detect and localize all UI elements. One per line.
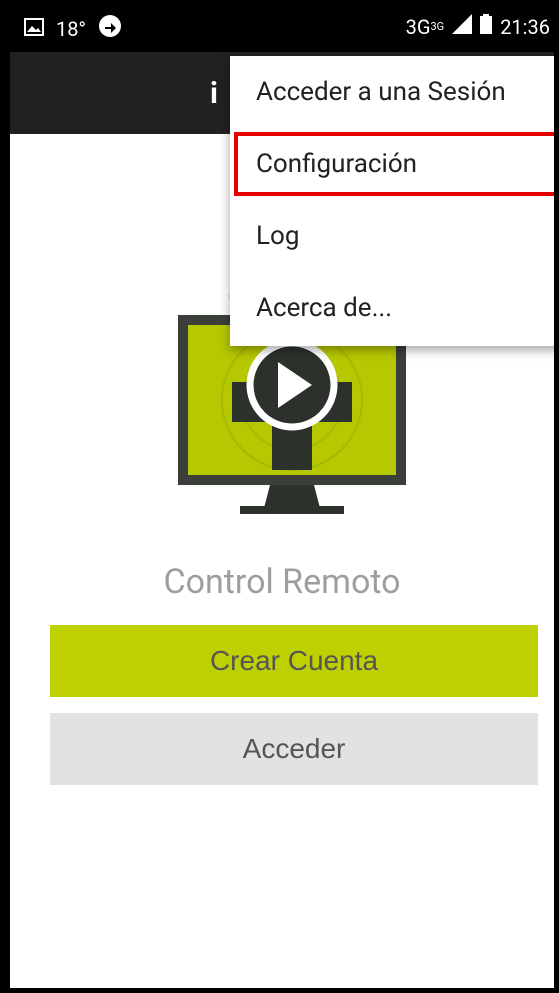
sync-icon: [98, 14, 122, 43]
clock-text: 21:36: [500, 14, 550, 39]
status-right: 3G3G 21:36: [406, 14, 550, 39]
menu-item-configuracion[interactable]: Configuración: [230, 128, 554, 200]
status-bar: 18° 3G3G 21:36: [10, 0, 554, 52]
signal-icon: [452, 14, 473, 39]
overflow-menu: Acceder a una Sesión Configuración Log A…: [230, 56, 554, 346]
battery-icon: [480, 14, 493, 39]
app-title: i: [210, 76, 218, 111]
network-text: 3G3G: [405, 14, 445, 39]
control-remoto-title: Control Remoto: [163, 562, 401, 602]
login-button[interactable]: Acceder: [50, 713, 538, 785]
temperature-text: 18°: [56, 16, 86, 41]
menu-item-acceder-sesion[interactable]: Acceder a una Sesión: [230, 56, 554, 128]
create-account-button[interactable]: Crear Cuenta: [50, 625, 538, 697]
menu-item-acerca-de[interactable]: Acerca de...: [230, 272, 554, 344]
phone-screen: 18° 3G3G 21:36 i Control Remoto Crear Cu…: [10, 0, 554, 988]
image-notification-icon: [24, 17, 44, 41]
status-left: 18°: [24, 14, 122, 43]
menu-item-log[interactable]: Log: [230, 200, 554, 272]
